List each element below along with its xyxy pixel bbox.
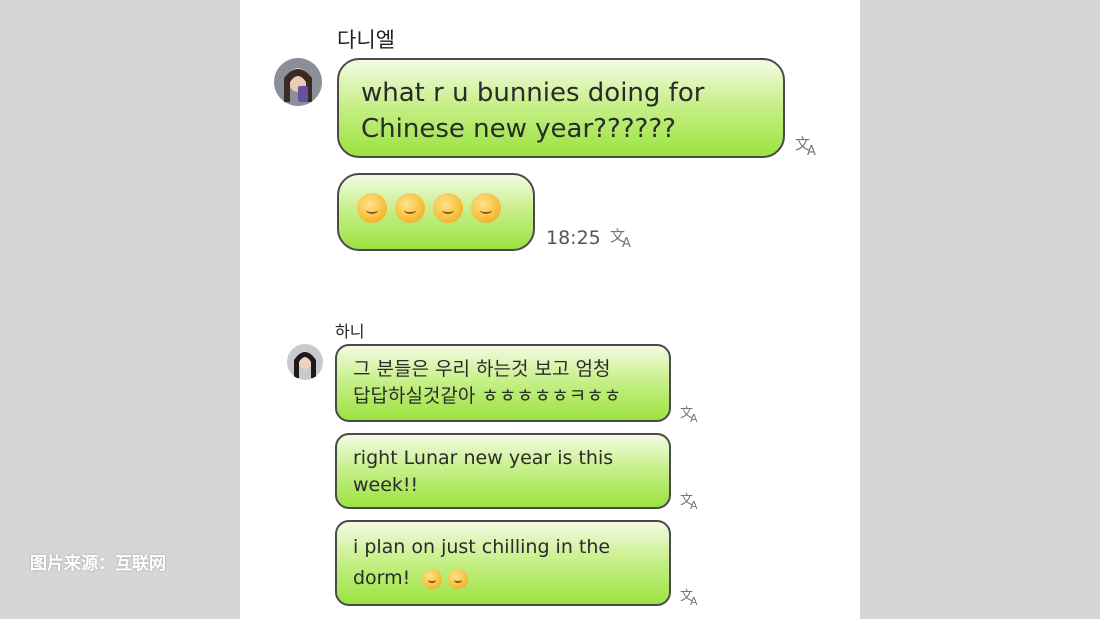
svg-text:A: A: [690, 499, 698, 511]
message-text: i plan on just chilling in the: [353, 536, 611, 558]
translate-icon[interactable]: 文 A: [680, 585, 706, 607]
timestamp: 18:25: [546, 227, 601, 249]
message-text: week!!: [353, 474, 419, 496]
svg-text:A: A: [690, 412, 698, 424]
smiling-face-with-hearts-icon: [395, 192, 425, 223]
smiling-face-icon: [422, 568, 443, 589]
message-text: what r u bunnies doing for: [361, 78, 705, 108]
message-text: 답답하실것같아 ㅎㅎㅎㅎㅎㅋㅎㅎ: [353, 385, 622, 407]
avatar[interactable]: [287, 344, 323, 380]
svg-text:A: A: [807, 144, 816, 156]
message-bubble[interactable]: 그 분들은 우리 하는것 보고 엄청 답답하실것같아 ㅎㅎㅎㅎㅎㅋㅎㅎ: [335, 344, 671, 422]
message-bubble[interactable]: right Lunar new year is this week!!: [335, 433, 671, 509]
avatar[interactable]: [274, 58, 322, 106]
translate-icon[interactable]: 文 A: [610, 226, 636, 248]
message-text: dorm!: [353, 567, 411, 589]
translate-icon[interactable]: 文 A: [680, 489, 706, 511]
sender-name: 하니: [335, 322, 365, 341]
svg-text:A: A: [690, 595, 698, 607]
message-bubble[interactable]: what r u bunnies doing for Chinese new y…: [337, 58, 785, 158]
chat-screen: 다니엘 what r u bunnies doing for Chinese n…: [240, 0, 860, 619]
translate-icon[interactable]: 文 A: [680, 402, 706, 424]
svg-text:A: A: [622, 236, 631, 248]
message-text: Chinese new year??????: [361, 114, 676, 144]
emoji-bubble[interactable]: [337, 173, 535, 251]
upside-down-face-icon: [471, 192, 501, 223]
message-text: right Lunar new year is this: [353, 447, 614, 469]
squinting-tongue-face-icon: [357, 192, 387, 223]
translate-icon[interactable]: 文 A: [795, 134, 821, 156]
smiling-face-icon: [448, 568, 469, 589]
upside-down-face-icon: [433, 192, 463, 223]
message-bubble[interactable]: i plan on just chilling in the dorm!: [335, 520, 671, 606]
message-text: 그 분들은 우리 하는것 보고 엄청: [353, 358, 611, 380]
watermark: 图片来源：互联网: [30, 554, 166, 574]
sender-name: 다니엘: [337, 28, 395, 52]
